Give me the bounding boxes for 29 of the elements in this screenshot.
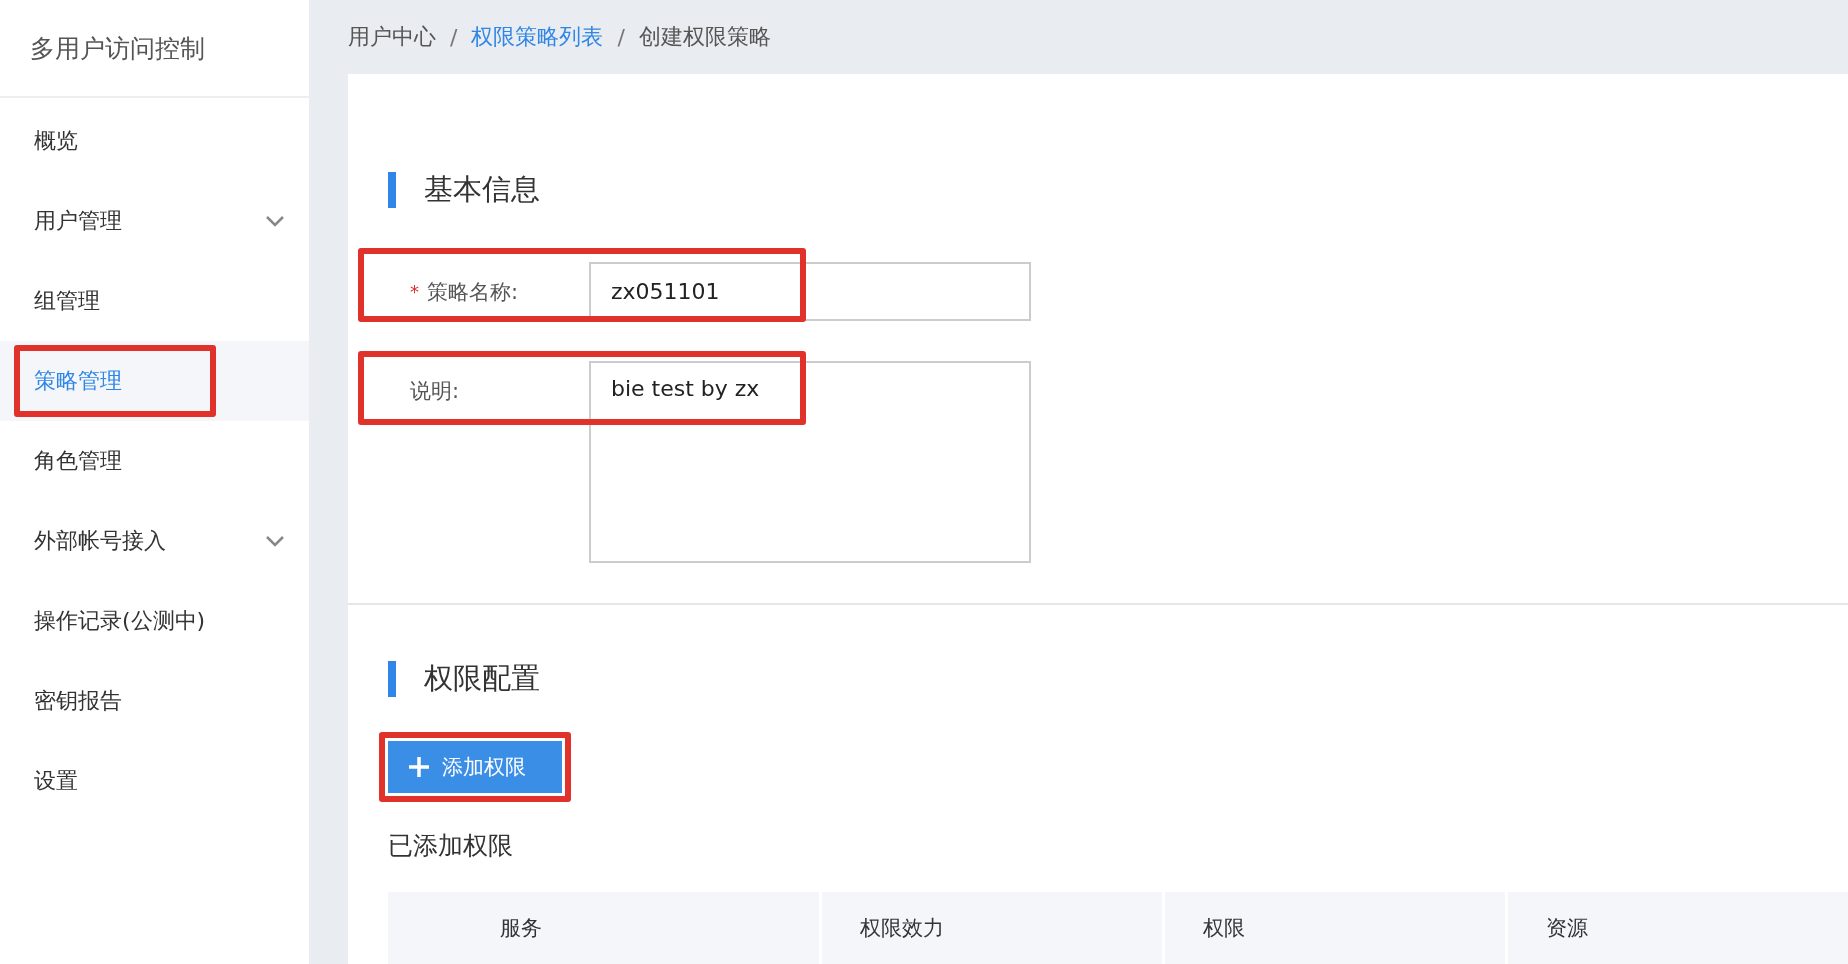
plus-icon [408,756,430,778]
column-header: 权限 [1164,892,1505,964]
table-title: 已添加权限 [388,830,514,862]
description-field[interactable]: bie test by zx [589,361,1031,563]
breadcrumb-item: 创建权限策略 [638,23,771,51]
section-marker [388,661,396,697]
section-marker [388,172,396,208]
required-mark: * [410,281,419,302]
breadcrumb-separator: / [450,24,458,50]
sidebar-item[interactable]: 角色管理 [0,421,309,501]
breadcrumb-separator: / [617,24,625,50]
column-header: 服务 [388,892,819,964]
sidebar-item[interactable]: 操作记录(公测中) [0,581,309,661]
sidebar-item[interactable]: 概览 [0,101,309,181]
sidebar-item[interactable]: 用户管理 [0,181,309,261]
breadcrumb-item: 用户中心 [348,23,436,51]
sidebar-item[interactable]: 设置 [0,741,309,821]
section-title: 权限配置 [424,660,540,697]
field-label: 说明: [410,377,460,405]
sidebar-item[interactable]: 策略管理 [0,341,309,421]
name-input-field[interactable]: zx051101 [589,262,1031,321]
column-header: 权限效力 [821,892,1162,964]
column-header: 资源 [1507,892,1848,964]
sidebar-item[interactable]: 密钥报告 [0,661,309,741]
sidebar-item[interactable]: 外部帐号接入 [0,501,309,581]
section-title: 基本信息 [424,171,540,208]
sidebar-item[interactable]: 组管理 [0,261,309,341]
sidebar-title: 多用户访问控制 [0,0,309,98]
field-label: 策略名称: [427,278,519,306]
